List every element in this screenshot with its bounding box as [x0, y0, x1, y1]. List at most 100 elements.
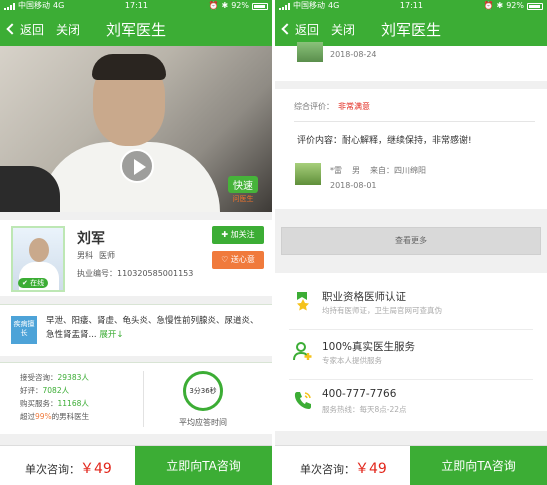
expertise-text: 早泄、阳痿、肾虚、龟头炎、急慢性前列腺炎、尿道炎、急性肾盂肾... 展开↓ — [46, 314, 264, 342]
online-label: 在线 — [30, 279, 45, 287]
feature-title: 职业资格医师认证 — [322, 291, 406, 303]
close-button[interactable]: 关闭 — [56, 21, 80, 38]
feature-title: 100%真实医生服务 — [322, 341, 416, 353]
heart-icon: ♡ — [221, 255, 229, 264]
status-bar-right: 中国移动 4G 17:11 ⏰ ✱ 92% — [275, 0, 547, 12]
carrier: 中国移动 — [293, 1, 325, 10]
signal-icon — [4, 2, 15, 10]
consult-button[interactable]: 立即向TA咨询 — [135, 446, 272, 485]
feature-subtitle: 专家本人提供服务 — [322, 356, 382, 365]
review-content: 评价内容：耐心解释，继续保持，非常感谢! — [297, 136, 472, 146]
bluetooth-icon: ✱ — [496, 1, 504, 10]
review-divider — [294, 121, 535, 122]
review-date: 2018-08-01 — [330, 181, 377, 190]
reviewer-info: *雷 男 来自：四川绵阳 — [330, 165, 426, 176]
nav-bar-right: 返回 关闭 刘军医生 — [275, 12, 547, 46]
review-card: 综合评价： 非常满意 评价内容：耐心解释，继续保持，非常感谢! *雷 男 来自：四川绵… — [275, 89, 547, 209]
price-info: 单次咨询：￥49 — [25, 458, 112, 478]
reviewer-avatar — [295, 163, 321, 185]
rating-label: 综合评价： — [294, 102, 334, 111]
stats-divider — [143, 371, 144, 427]
quick-badge-sub: 问医生 — [232, 195, 254, 203]
stat-exceed-value: 99% — [35, 412, 52, 421]
review-rating: 综合评价： 非常满意 — [294, 101, 370, 112]
reviewer-gender: 男 — [352, 166, 360, 175]
signal-icon — [279, 2, 290, 10]
close-button[interactable]: 关闭 — [331, 21, 355, 38]
carrier: 中国移动 — [18, 1, 50, 10]
nav-bar: 返回 关闭 刘军医生 — [0, 12, 272, 46]
feature-real-service: 100%真实医生服务 专家本人提供服务 — [289, 337, 529, 377]
phone-icon — [294, 392, 311, 409]
feature-hotline[interactable]: 400-777-7766 服务热线：每天8点-22点 — [289, 386, 529, 426]
response-time-ring: 3分36秒 — [183, 371, 223, 411]
quick-badge-main: 快速 — [228, 176, 258, 193]
doctor-department: 男科 — [77, 251, 93, 260]
stat-service: 购买服务：11168人 — [20, 397, 89, 410]
doctor-title: 医师 — [99, 251, 115, 260]
stat-praise-value: 7082人 — [42, 386, 70, 395]
doctor-avatar: ✔ 在线 — [11, 226, 65, 292]
service-features: 职业资格医师认证 均持有医师证，卫生局官网可查真伪 100%真实医生服务 专家本… — [275, 273, 547, 431]
quick-ask-badge: 快速 问医生 — [228, 176, 258, 204]
feature-certified: 职业资格医师认证 均持有医师证，卫生局官网可查真伪 — [289, 287, 529, 327]
network: 4G — [53, 1, 65, 10]
stat-consult: 接受咨询：29383人 — [20, 371, 89, 384]
doctor-video[interactable]: 快速 问医生 — [0, 46, 272, 212]
price-info: 单次咨询：￥49 — [300, 458, 387, 478]
back-label: 返回 — [295, 22, 320, 37]
online-badge: ✔ 在线 — [18, 278, 49, 288]
response-time-label: 平均应答时间 — [179, 418, 227, 427]
alarm-icon: ⏰ — [483, 1, 494, 10]
review-date: 2018-08-24 — [330, 50, 377, 59]
gift-button[interactable]: ♡ 送心意 — [212, 251, 264, 269]
back-button[interactable]: 返回 — [281, 21, 320, 38]
view-more-button[interactable]: 查看更多 — [281, 227, 541, 255]
alarm-icon: ⏰ — [208, 1, 219, 10]
expertise-tag: 疾病擅长 — [11, 316, 37, 344]
network: 4G — [328, 1, 340, 10]
chevron-left-icon — [6, 23, 18, 35]
stat-praise: 好评：7082人 — [20, 384, 89, 397]
back-button[interactable]: 返回 — [6, 21, 45, 38]
doctor-card: ✔ 在线 刘军 男科 医师 执业编号：110320585001153 ✚ 加关注 … — [0, 212, 272, 296]
stat-consult-value: 29383人 — [57, 373, 89, 382]
video-figure-hair — [92, 54, 166, 80]
reviewer-name: *雷 — [330, 166, 342, 175]
status-bar: 中国移动 4G 17:11 ⏰ ✱ 92% — [0, 0, 272, 12]
expertise-section: 疾病擅长 早泄、阳痿、肾虚、龟头炎、急慢性前列腺炎、尿道炎、急性肾盂肾... 展… — [0, 304, 272, 356]
chevron-left-icon — [281, 23, 293, 35]
stat-exceed-suffix: 的男科医生 — [51, 412, 90, 421]
stat-service-label: 购买服务： — [20, 399, 58, 408]
feature-subtitle: 均持有医师证，卫生局官网可查真伪 — [322, 306, 442, 315]
follow-button[interactable]: ✚ 加关注 — [212, 226, 264, 244]
left-screen: 中国移动 4G 17:11 ⏰ ✱ 92% 返回 关闭 刘军医生 快速 问医生 — [0, 0, 272, 485]
clock: 17:11 — [124, 1, 148, 10]
feature-divider — [289, 329, 533, 330]
follow-label: 加关注 — [230, 230, 255, 239]
rating-value: 非常满意 — [338, 102, 370, 111]
consult-button[interactable]: 立即向TA咨询 — [410, 446, 547, 485]
stat-praise-label: 好评： — [20, 386, 43, 395]
doctor-license: 执业编号：110320585001153 — [77, 269, 194, 278]
battery-icon — [527, 2, 543, 10]
hotline-number: 400-777-7766 — [322, 388, 397, 400]
back-label: 返回 — [20, 22, 45, 37]
stat-exceed-prefix: 超过 — [20, 412, 35, 421]
bluetooth-icon: ✱ — [221, 1, 229, 10]
stat-consult-label: 接受咨询： — [20, 373, 58, 382]
stats-rows: 接受咨询：29383人 好评：7082人 购买服务：11168人 超过99%的男… — [20, 371, 89, 423]
clock: 17:11 — [399, 1, 423, 10]
battery-icon — [252, 2, 268, 10]
doctor-meta: 男科 医师 — [77, 250, 115, 261]
avatar-head — [29, 238, 49, 262]
doctor-name: 刘军 — [77, 231, 105, 247]
battery-percent: 92% — [231, 1, 249, 10]
gift-label: 送心意 — [230, 255, 255, 264]
play-icon[interactable] — [120, 149, 154, 183]
expertise-content: 早泄、阳痿、肾虚、龟头炎、急慢性前列腺炎、尿道炎、急性肾盂肾... — [46, 316, 259, 340]
expand-link[interactable]: 展开↓ — [99, 330, 123, 340]
feature-subtitle: 服务热线：每天8点-22点 — [322, 405, 407, 414]
price-label: 单次咨询： — [25, 463, 80, 476]
right-screen: 中国移动 4G 17:11 ⏰ ✱ 92% 返回 关闭 刘军医生 2018-08… — [275, 0, 547, 485]
